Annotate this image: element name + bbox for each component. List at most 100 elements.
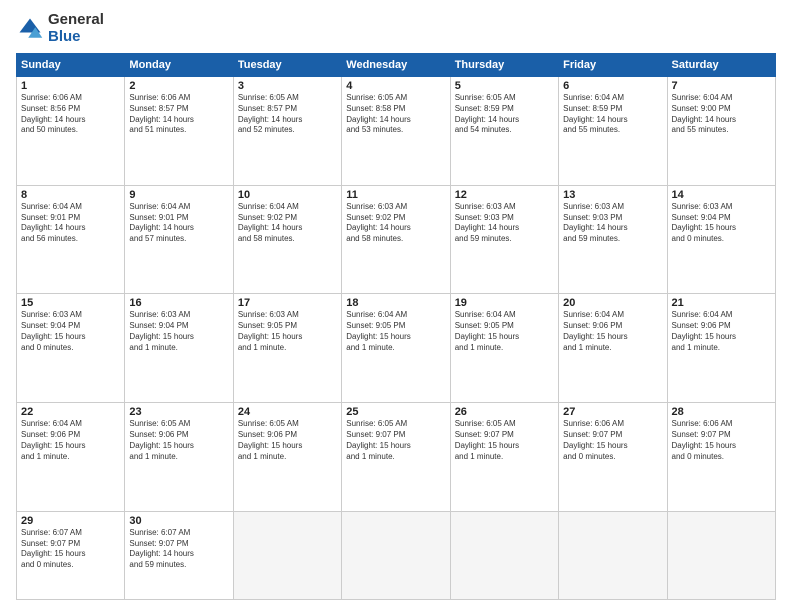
calendar-cell: 13Sunrise: 6:03 AM Sunset: 9:03 PM Dayli… (559, 185, 667, 294)
calendar-cell: 29Sunrise: 6:07 AM Sunset: 9:07 PM Dayli… (17, 511, 125, 599)
day-info: Sunrise: 6:05 AM Sunset: 8:57 PM Dayligh… (238, 93, 337, 136)
calendar-cell: 12Sunrise: 6:03 AM Sunset: 9:03 PM Dayli… (450, 185, 558, 294)
day-info: Sunrise: 6:03 AM Sunset: 9:04 PM Dayligh… (21, 310, 120, 353)
day-number: 6 (563, 80, 662, 92)
day-number: 19 (455, 297, 554, 309)
day-number: 7 (672, 80, 771, 92)
calendar-cell: 18Sunrise: 6:04 AM Sunset: 9:05 PM Dayli… (342, 294, 450, 403)
day-info: Sunrise: 6:04 AM Sunset: 9:02 PM Dayligh… (238, 202, 337, 245)
day-number: 22 (21, 406, 120, 418)
day-info: Sunrise: 6:05 AM Sunset: 8:58 PM Dayligh… (346, 93, 445, 136)
day-number: 30 (129, 515, 228, 527)
day-info: Sunrise: 6:04 AM Sunset: 9:06 PM Dayligh… (563, 310, 662, 353)
calendar-cell: 3Sunrise: 6:05 AM Sunset: 8:57 PM Daylig… (233, 77, 341, 186)
day-number: 17 (238, 297, 337, 309)
day-number: 20 (563, 297, 662, 309)
logo-icon (16, 15, 44, 43)
day-number: 3 (238, 80, 337, 92)
calendar-cell: 2Sunrise: 6:06 AM Sunset: 8:57 PM Daylig… (125, 77, 233, 186)
calendar-cell (450, 511, 558, 599)
calendar-cell: 8Sunrise: 6:04 AM Sunset: 9:01 PM Daylig… (17, 185, 125, 294)
calendar-cell: 26Sunrise: 6:05 AM Sunset: 9:07 PM Dayli… (450, 403, 558, 512)
day-number: 23 (129, 406, 228, 418)
calendar-cell: 7Sunrise: 6:04 AM Sunset: 9:00 PM Daylig… (667, 77, 775, 186)
day-info: Sunrise: 6:06 AM Sunset: 8:57 PM Dayligh… (129, 93, 228, 136)
calendar-cell: 22Sunrise: 6:04 AM Sunset: 9:06 PM Dayli… (17, 403, 125, 512)
calendar-cell: 15Sunrise: 6:03 AM Sunset: 9:04 PM Dayli… (17, 294, 125, 403)
weekday-header-row: SundayMondayTuesdayWednesdayThursdayFrid… (17, 54, 776, 77)
day-info: Sunrise: 6:05 AM Sunset: 9:06 PM Dayligh… (129, 419, 228, 462)
weekday-header-saturday: Saturday (667, 54, 775, 77)
weekday-header-friday: Friday (559, 54, 667, 77)
calendar-cell: 25Sunrise: 6:05 AM Sunset: 9:07 PM Dayli… (342, 403, 450, 512)
day-info: Sunrise: 6:05 AM Sunset: 8:59 PM Dayligh… (455, 93, 554, 136)
day-info: Sunrise: 6:03 AM Sunset: 9:04 PM Dayligh… (672, 202, 771, 245)
day-number: 21 (672, 297, 771, 309)
day-info: Sunrise: 6:07 AM Sunset: 9:07 PM Dayligh… (129, 528, 228, 571)
calendar-cell (667, 511, 775, 599)
calendar-cell: 14Sunrise: 6:03 AM Sunset: 9:04 PM Dayli… (667, 185, 775, 294)
calendar-cell: 5Sunrise: 6:05 AM Sunset: 8:59 PM Daylig… (450, 77, 558, 186)
day-number: 1 (21, 80, 120, 92)
calendar-cell: 19Sunrise: 6:04 AM Sunset: 9:05 PM Dayli… (450, 294, 558, 403)
calendar-cell: 10Sunrise: 6:04 AM Sunset: 9:02 PM Dayli… (233, 185, 341, 294)
calendar-cell (233, 511, 341, 599)
day-info: Sunrise: 6:04 AM Sunset: 9:06 PM Dayligh… (21, 419, 120, 462)
day-number: 15 (21, 297, 120, 309)
day-info: Sunrise: 6:05 AM Sunset: 9:07 PM Dayligh… (346, 419, 445, 462)
day-info: Sunrise: 6:04 AM Sunset: 9:06 PM Dayligh… (672, 310, 771, 353)
calendar-cell: 16Sunrise: 6:03 AM Sunset: 9:04 PM Dayli… (125, 294, 233, 403)
day-number: 24 (238, 406, 337, 418)
day-number: 28 (672, 406, 771, 418)
day-info: Sunrise: 6:04 AM Sunset: 9:01 PM Dayligh… (21, 202, 120, 245)
header: General Blue (16, 12, 776, 45)
weekday-header-sunday: Sunday (17, 54, 125, 77)
day-info: Sunrise: 6:03 AM Sunset: 9:04 PM Dayligh… (129, 310, 228, 353)
calendar-cell: 21Sunrise: 6:04 AM Sunset: 9:06 PM Dayli… (667, 294, 775, 403)
day-info: Sunrise: 6:04 AM Sunset: 9:05 PM Dayligh… (455, 310, 554, 353)
day-info: Sunrise: 6:06 AM Sunset: 9:07 PM Dayligh… (563, 419, 662, 462)
day-info: Sunrise: 6:07 AM Sunset: 9:07 PM Dayligh… (21, 528, 120, 571)
calendar-cell: 30Sunrise: 6:07 AM Sunset: 9:07 PM Dayli… (125, 511, 233, 599)
weekday-header-tuesday: Tuesday (233, 54, 341, 77)
logo-general: General (48, 12, 104, 29)
day-info: Sunrise: 6:03 AM Sunset: 9:03 PM Dayligh… (563, 202, 662, 245)
calendar-cell: 6Sunrise: 6:04 AM Sunset: 8:59 PM Daylig… (559, 77, 667, 186)
calendar-week-row-2: 8Sunrise: 6:04 AM Sunset: 9:01 PM Daylig… (17, 185, 776, 294)
day-number: 27 (563, 406, 662, 418)
calendar-week-row-3: 15Sunrise: 6:03 AM Sunset: 9:04 PM Dayli… (17, 294, 776, 403)
day-number: 4 (346, 80, 445, 92)
day-number: 13 (563, 189, 662, 201)
day-number: 8 (21, 189, 120, 201)
weekday-header-wednesday: Wednesday (342, 54, 450, 77)
day-number: 25 (346, 406, 445, 418)
day-info: Sunrise: 6:03 AM Sunset: 9:02 PM Dayligh… (346, 202, 445, 245)
calendar-cell (342, 511, 450, 599)
day-info: Sunrise: 6:04 AM Sunset: 9:05 PM Dayligh… (346, 310, 445, 353)
calendar-week-row-4: 22Sunrise: 6:04 AM Sunset: 9:06 PM Dayli… (17, 403, 776, 512)
day-number: 18 (346, 297, 445, 309)
calendar-week-row-5: 29Sunrise: 6:07 AM Sunset: 9:07 PM Dayli… (17, 511, 776, 599)
day-number: 29 (21, 515, 120, 527)
day-info: Sunrise: 6:04 AM Sunset: 9:01 PM Dayligh… (129, 202, 228, 245)
logo: General Blue (16, 12, 104, 45)
calendar-cell: 17Sunrise: 6:03 AM Sunset: 9:05 PM Dayli… (233, 294, 341, 403)
calendar-cell (559, 511, 667, 599)
weekday-header-monday: Monday (125, 54, 233, 77)
day-number: 10 (238, 189, 337, 201)
day-info: Sunrise: 6:04 AM Sunset: 9:00 PM Dayligh… (672, 93, 771, 136)
calendar-week-row-1: 1Sunrise: 6:06 AM Sunset: 8:56 PM Daylig… (17, 77, 776, 186)
calendar-cell: 9Sunrise: 6:04 AM Sunset: 9:01 PM Daylig… (125, 185, 233, 294)
day-number: 12 (455, 189, 554, 201)
day-number: 2 (129, 80, 228, 92)
day-number: 26 (455, 406, 554, 418)
day-number: 16 (129, 297, 228, 309)
weekday-header-thursday: Thursday (450, 54, 558, 77)
day-number: 11 (346, 189, 445, 201)
calendar-cell: 27Sunrise: 6:06 AM Sunset: 9:07 PM Dayli… (559, 403, 667, 512)
day-number: 14 (672, 189, 771, 201)
calendar-cell: 4Sunrise: 6:05 AM Sunset: 8:58 PM Daylig… (342, 77, 450, 186)
day-info: Sunrise: 6:03 AM Sunset: 9:05 PM Dayligh… (238, 310, 337, 353)
day-info: Sunrise: 6:06 AM Sunset: 8:56 PM Dayligh… (21, 93, 120, 136)
logo-text: General Blue (48, 12, 104, 45)
